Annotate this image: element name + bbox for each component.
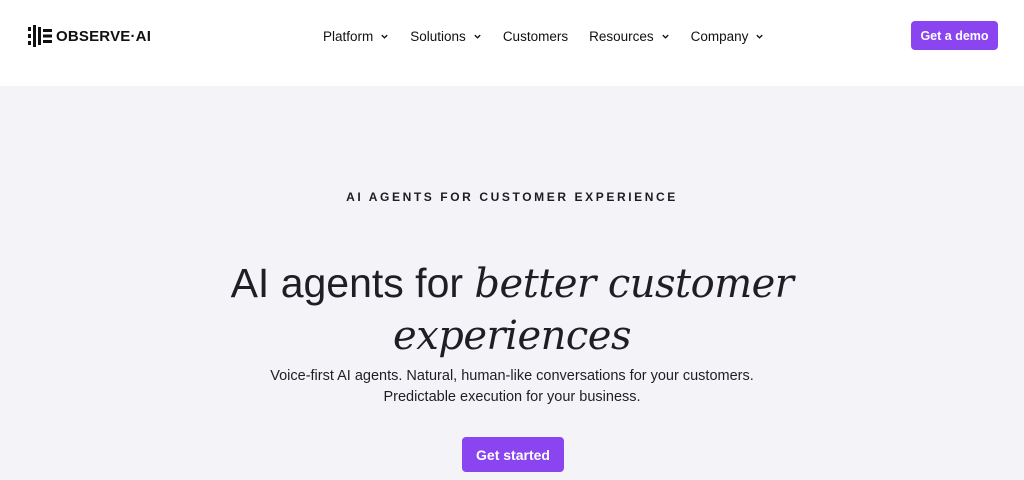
observe-ai-logo[interactable]: OBSERVE·AI [28,24,151,48]
chevron-down-icon [474,34,481,39]
nav-item-customers[interactable]: Customers [503,29,568,44]
hero-subheading: Voice-first AI agents. Natural, human-li… [0,366,1024,408]
headline-italic-line-2: experiences [393,313,631,359]
get-started-button[interactable]: Get started [462,437,564,472]
nav-item-platform[interactable]: Platform [323,29,389,44]
nav-item-solutions[interactable]: Solutions [410,29,482,44]
nav-item-label: Platform [323,28,374,44]
chevron-down-icon [661,34,669,39]
logo-text: OBSERVE·AI [56,27,152,45]
nav-item-label: Solutions [410,28,466,44]
hero-headline: AI agents for better customer experience… [0,258,1024,362]
main-nav: Platform Solutions Customers Resources C… [323,26,764,46]
logo-mark-icon [28,25,52,47]
headline-plain: AI agents for [230,260,475,306]
nav-item-company[interactable]: Company [691,29,765,44]
nav-item-resources[interactable]: Resources [589,29,670,44]
nav-item-label: Company [690,28,749,44]
nav-item-label: Customers [502,28,569,44]
hero-eyebrow: AI AGENTS FOR CUSTOMER EXPERIENCE [346,190,678,204]
nav-item-label: Resources [589,28,654,44]
chevron-down-icon [381,34,388,39]
chevron-down-icon [756,34,764,39]
subheading-line-2: Predictable execution for your business. [383,389,641,405]
get-a-demo-button[interactable]: Get a demo [911,21,998,50]
hero-section: AI AGENTS FOR CUSTOMER EXPERIENCE AI age… [0,86,1024,480]
subheading-line-1: Voice-first AI agents. Natural, human-li… [270,368,754,384]
headline-italic-line-1: better customer [474,261,794,307]
site-header: OBSERVE·AI Platform Solutions Customers … [0,0,1024,86]
